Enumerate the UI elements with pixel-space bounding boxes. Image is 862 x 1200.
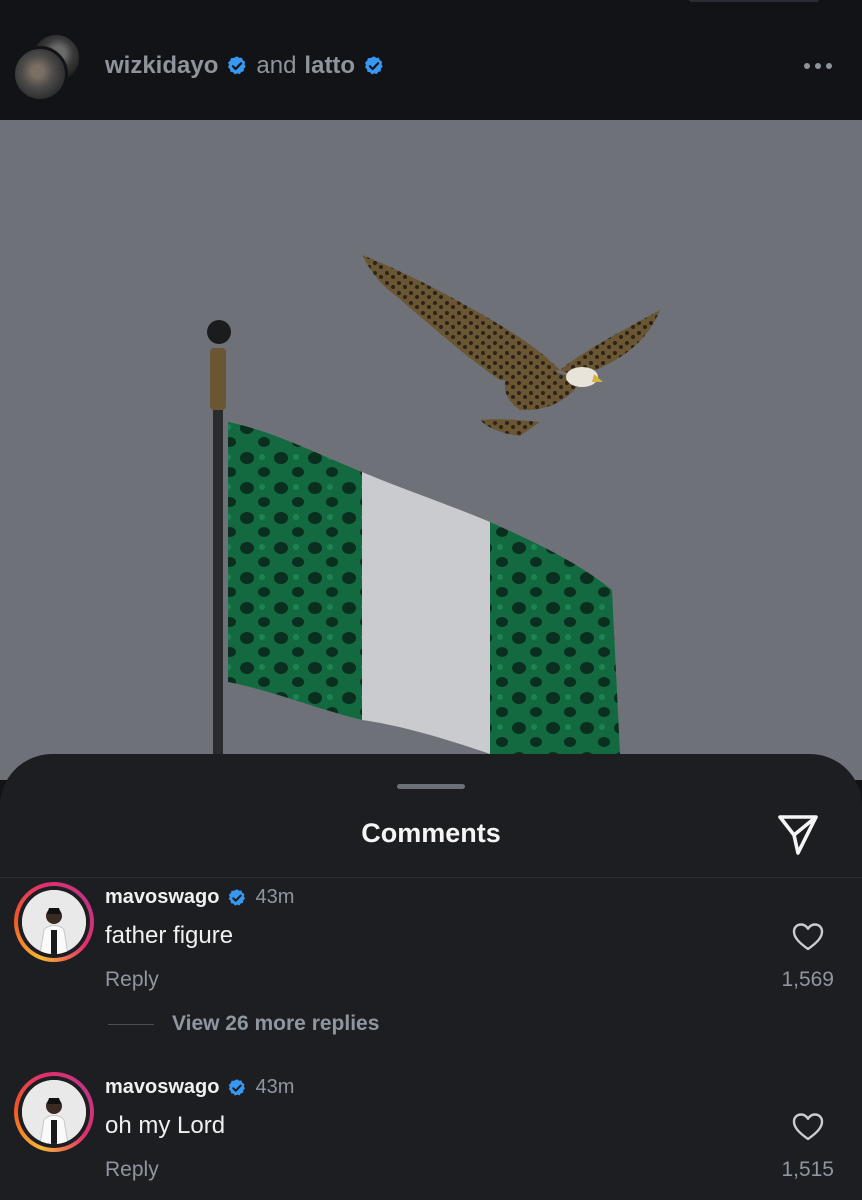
verified-badge-icon xyxy=(365,56,383,75)
comment-username[interactable]: mavoswago xyxy=(105,1076,219,1099)
comment-timestamp: 43m xyxy=(255,1076,295,1098)
sheet-title: Comments xyxy=(361,818,501,848)
reply-button[interactable]: Reply xyxy=(105,968,159,992)
share-icon[interactable] xyxy=(774,810,822,858)
author-connector: and xyxy=(256,52,297,79)
home-indicator xyxy=(688,0,820,2)
comment-item: mavoswago 43m father figure Reply 1,569 … xyxy=(0,882,862,1062)
view-more-replies[interactable]: View 26 more replies xyxy=(108,1012,379,1036)
comment-meta: mavoswago 43m xyxy=(105,1076,294,1099)
verified-badge-icon xyxy=(229,888,246,906)
flag-green-left xyxy=(228,422,362,720)
comment-meta: mavoswago 43m xyxy=(105,886,294,909)
comment-timestamp: 43m xyxy=(255,886,295,908)
post-header: wizkidayo and latto xyxy=(0,14,862,120)
flag-white xyxy=(362,472,490,754)
replies-divider-line xyxy=(108,1023,154,1025)
comment-item: mavoswago 43m oh my Lord Reply 1,515 xyxy=(0,1072,862,1200)
reply-button[interactable]: Reply xyxy=(105,1158,159,1182)
heart-icon[interactable] xyxy=(792,1112,824,1142)
more-options-icon[interactable] xyxy=(802,60,834,72)
sheet-divider xyxy=(0,877,862,878)
like-count: 1,515 xyxy=(781,1158,834,1181)
avatar-photo xyxy=(22,890,86,954)
collab-avatars[interactable] xyxy=(12,32,84,102)
view-more-replies-label[interactable]: View 26 more replies xyxy=(172,1012,379,1036)
post-image[interactable] xyxy=(0,120,862,780)
comment-avatar[interactable] xyxy=(14,882,94,962)
author-username-2[interactable]: latto xyxy=(304,52,355,80)
comment-text: father figure xyxy=(105,922,234,949)
flag-pole xyxy=(213,350,223,780)
sheet-grabber[interactable] xyxy=(397,784,465,789)
like-count: 1,569 xyxy=(781,968,834,991)
pole-finial xyxy=(207,320,231,344)
pole-top xyxy=(210,348,226,410)
heart-icon[interactable] xyxy=(792,922,824,952)
avatar-wizkidayo[interactable] xyxy=(12,46,68,102)
comment-username[interactable]: mavoswago xyxy=(105,886,219,909)
post-artwork xyxy=(0,120,862,780)
avatar-photo xyxy=(22,1080,86,1144)
comment-avatar[interactable] xyxy=(14,1072,94,1152)
author-username-1[interactable]: wizkidayo xyxy=(105,52,218,80)
post-authors: wizkidayo and latto xyxy=(105,52,385,80)
status-strip xyxy=(0,0,862,14)
comments-sheet: Comments mavoswago 43m father figure Rep… xyxy=(0,754,862,1200)
comment-text: oh my Lord xyxy=(105,1112,226,1139)
verified-badge-icon xyxy=(229,1078,246,1096)
verified-badge-icon xyxy=(228,56,247,75)
